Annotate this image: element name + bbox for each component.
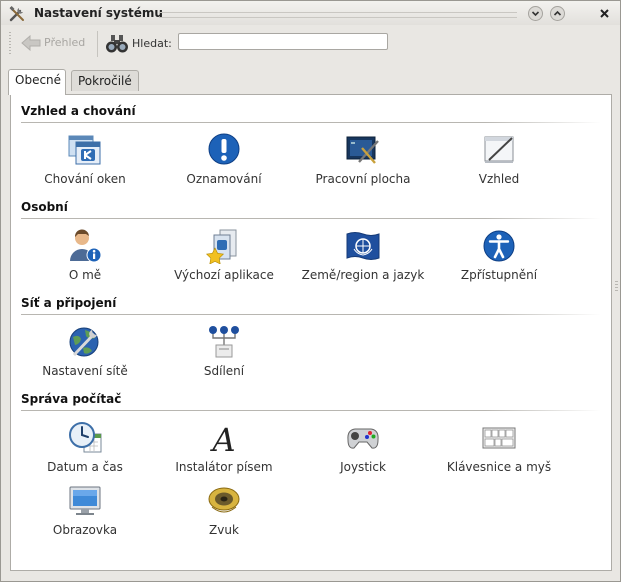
item-label: Joystick [340, 460, 386, 474]
item-label: Klávesnice a myš [446, 460, 552, 474]
network-globe-icon [69, 327, 99, 357]
section-divider [21, 410, 601, 411]
settings-panel: Vzhled a chování Chování oken Oznamování [10, 94, 612, 571]
close-button[interactable] [597, 6, 612, 21]
item-keyboard-mouse[interactable]: Klávesnice a myš [429, 420, 569, 474]
section-divider [21, 122, 601, 123]
toolbar-separator [97, 31, 98, 57]
toolbar-grip[interactable] [9, 32, 11, 56]
item-label: Výchozí aplikace [174, 268, 274, 282]
appearance-icon [484, 136, 514, 163]
section-divider [21, 314, 601, 315]
item-default-apps[interactable]: Výchozí aplikace [154, 228, 294, 282]
chevron-up-icon [550, 6, 565, 21]
item-network-settings[interactable]: Nastavení sítě [15, 324, 155, 378]
item-label: Oznamování [186, 172, 262, 186]
toolbar: Přehled Hledat: [1, 27, 620, 61]
search-input[interactable] [178, 33, 388, 50]
section-title: Správa počítač [21, 392, 122, 406]
notification-icon [208, 133, 240, 165]
item-label: Vzhled [478, 172, 520, 186]
title-bar[interactable]: Nastavení systému [1, 1, 620, 25]
font-icon: A [209, 421, 235, 456]
overview-back-button[interactable]: Přehled [17, 31, 87, 55]
item-country-region-language[interactable]: Země/region a jazyk [293, 228, 433, 282]
tab-advanced[interactable]: Pokročilé [71, 70, 139, 91]
item-display[interactable]: Obrazovka [15, 483, 155, 537]
item-label: Obrazovka [52, 523, 118, 537]
about-me-icon [70, 229, 102, 263]
arrow-left-icon [21, 35, 41, 51]
section-title: Osobní [21, 200, 68, 214]
item-label: Instalátor písem [175, 460, 273, 474]
speaker-icon [208, 487, 240, 513]
item-label: Chování oken [44, 172, 126, 186]
item-label: Zpřístupnění [460, 268, 538, 282]
item-joystick[interactable]: Joystick [293, 420, 433, 474]
window-behavior-icon [68, 135, 101, 165]
item-sharing[interactable]: Sdílení [154, 324, 294, 378]
tools-icon[interactable] [8, 5, 26, 23]
default-apps-icon [206, 229, 237, 264]
section-divider [21, 218, 601, 219]
item-font-installer[interactable]: A Instalátor písem [154, 420, 294, 474]
maximize-button[interactable] [550, 6, 565, 21]
title-bar-decoration [159, 12, 517, 18]
item-label: Datum a čas [47, 460, 123, 474]
tab-general[interactable]: Obecné [8, 69, 66, 95]
item-window-behavior[interactable]: Chování oken [15, 132, 155, 186]
close-icon [600, 9, 609, 18]
resize-grip[interactable] [615, 281, 618, 293]
chevron-down-icon [528, 6, 543, 21]
window-title: Nastavení systému [34, 6, 163, 20]
monitor-icon [69, 486, 101, 515]
item-label: Nastavení sítě [42, 364, 128, 378]
section-title: Vzhled a chování [21, 104, 136, 118]
item-sound[interactable]: Zvuk [154, 483, 294, 537]
item-about-me[interactable]: O mě [15, 228, 155, 282]
item-accessibility[interactable]: Zpřístupnění [429, 228, 569, 282]
item-label: O mě [68, 268, 102, 282]
item-desktop[interactable]: Pracovní plocha [293, 132, 433, 186]
keyboard-icon [482, 427, 516, 449]
item-notifications[interactable]: Oznamování [154, 132, 294, 186]
tab-advanced-label: Pokročilé [78, 74, 132, 88]
item-label: Pracovní plocha [315, 172, 411, 186]
joystick-icon [347, 428, 379, 449]
locale-flag-icon [346, 232, 380, 260]
overview-back-label: Přehled [44, 36, 86, 49]
minimize-button[interactable] [528, 6, 543, 21]
desktop-icon [346, 136, 379, 164]
accessibility-icon [483, 230, 515, 262]
search-label: Hledat: [132, 37, 172, 50]
item-appearance[interactable]: Vzhled [429, 132, 569, 186]
settings-window: Nastavení systému Přehled Hledat: Obecné… [0, 0, 621, 582]
binoculars-icon [105, 33, 129, 58]
item-date-time[interactable]: Datum a čas [15, 420, 155, 474]
clock-icon [69, 422, 102, 453]
tab-general-label: Obecné [15, 73, 62, 87]
item-label: Zvuk [209, 523, 239, 537]
item-label: Sdílení [203, 364, 245, 378]
svg-text:A: A [209, 421, 235, 456]
section-title: Síť a připojení [21, 296, 117, 310]
item-label: Země/region a jazyk [301, 268, 425, 282]
sharing-icon [209, 326, 239, 358]
